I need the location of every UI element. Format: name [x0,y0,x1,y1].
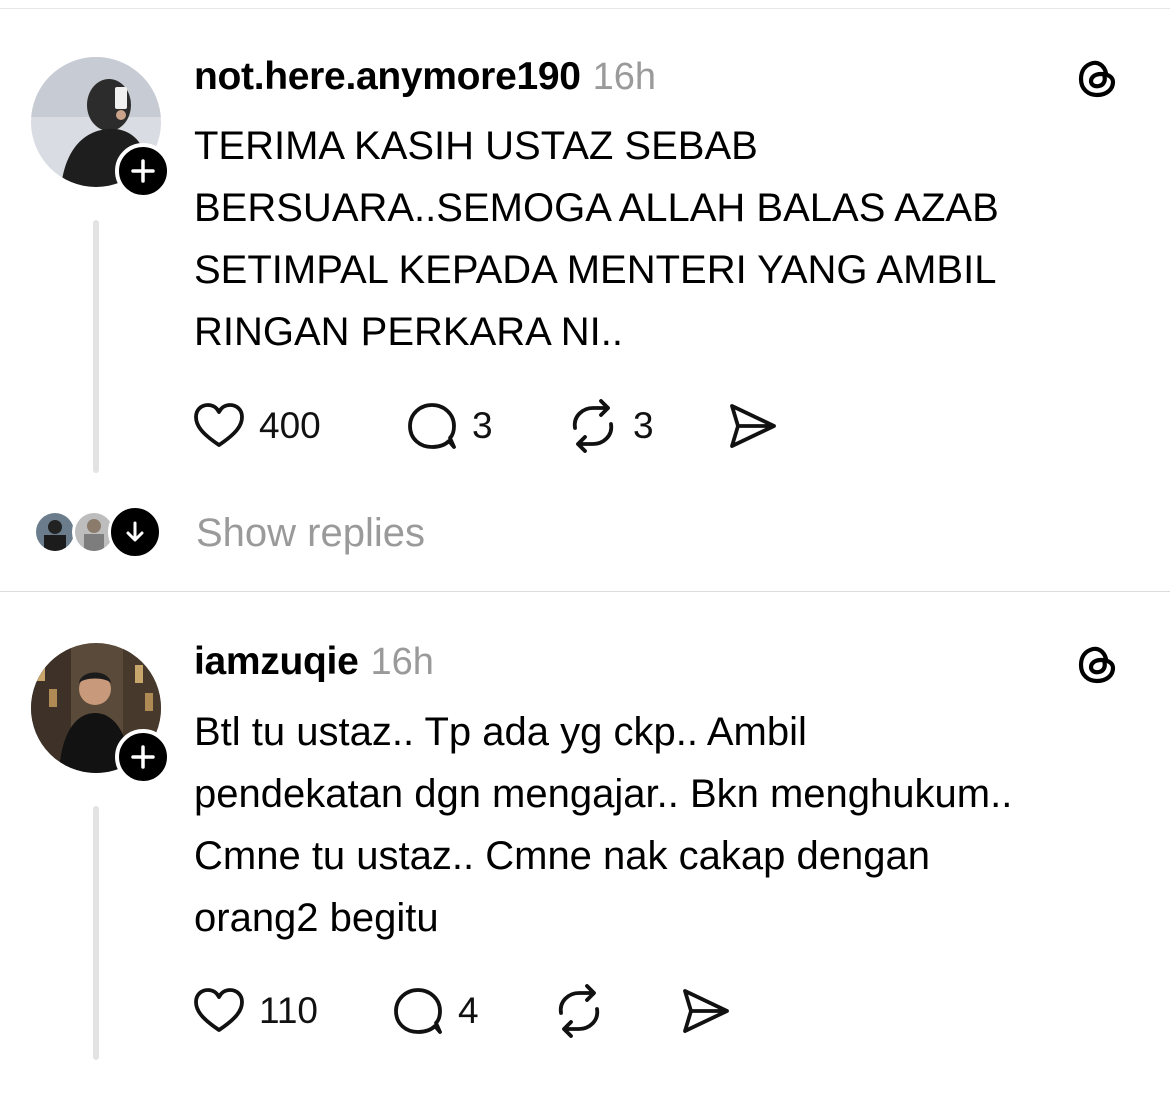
plus-icon [131,745,155,769]
comment-bubble-icon [394,988,442,1034]
post-header: not.here.anymore190 16h [194,55,656,99]
threads-logo-icon[interactable] [1073,53,1121,101]
repost-button[interactable] [551,983,607,1039]
comment-button[interactable]: 3 [404,398,493,454]
reply-avatar [33,510,77,554]
arrow-down-icon [126,521,144,542]
post-text: TERIMA KASIH USTAZ SEBAB BERSUARA..SEMOG… [194,124,999,354]
like-button[interactable]: 400 [191,398,321,454]
show-replies-link[interactable]: Show replies [196,511,425,556]
thread-line [93,220,99,473]
send-icon [730,404,776,448]
thread-post: not.here.anymore190 16h TERIMA KASIH UST… [0,9,1170,591]
username[interactable]: not.here.anymore190 [194,55,581,99]
post-header: iamzuqie 16h [194,640,434,684]
post-text: Btl tu ustaz.. Tp ada yg ckp.. Ambil pen… [194,710,1013,940]
like-count: 110 [259,990,318,1031]
heart-icon [194,403,244,447]
heart-icon [194,988,244,1032]
top-divider [0,0,1170,9]
comment-count: 4 [458,990,479,1031]
repost-count: 3 [633,405,654,446]
plus-icon [131,159,155,183]
thread-line [93,806,99,1060]
comment-bubble-icon [408,403,456,449]
show-replies-button[interactable] [108,505,162,559]
follow-button[interactable] [115,729,171,785]
username[interactable]: iamzuqie [194,640,359,684]
comment-button[interactable]: 4 [390,983,479,1039]
like-button[interactable]: 110 [191,983,318,1039]
repost-icon [572,399,614,453]
threads-logo-icon[interactable] [1073,639,1121,687]
show-replies-row[interactable]: Show replies [0,505,1170,561]
thread-post: iamzuqie 16h Btl tu ustaz.. Tp ada yg ck… [0,592,1170,1095]
follow-button[interactable] [115,143,171,199]
share-button[interactable] [677,983,733,1039]
timestamp: 16h [370,641,434,683]
share-button[interactable] [724,398,780,454]
timestamp: 16h [592,56,657,98]
repost-button[interactable]: 3 [565,398,654,454]
comment-count: 3 [472,405,493,446]
like-count: 400 [259,405,321,446]
send-icon [683,989,729,1033]
repost-icon [558,984,600,1038]
